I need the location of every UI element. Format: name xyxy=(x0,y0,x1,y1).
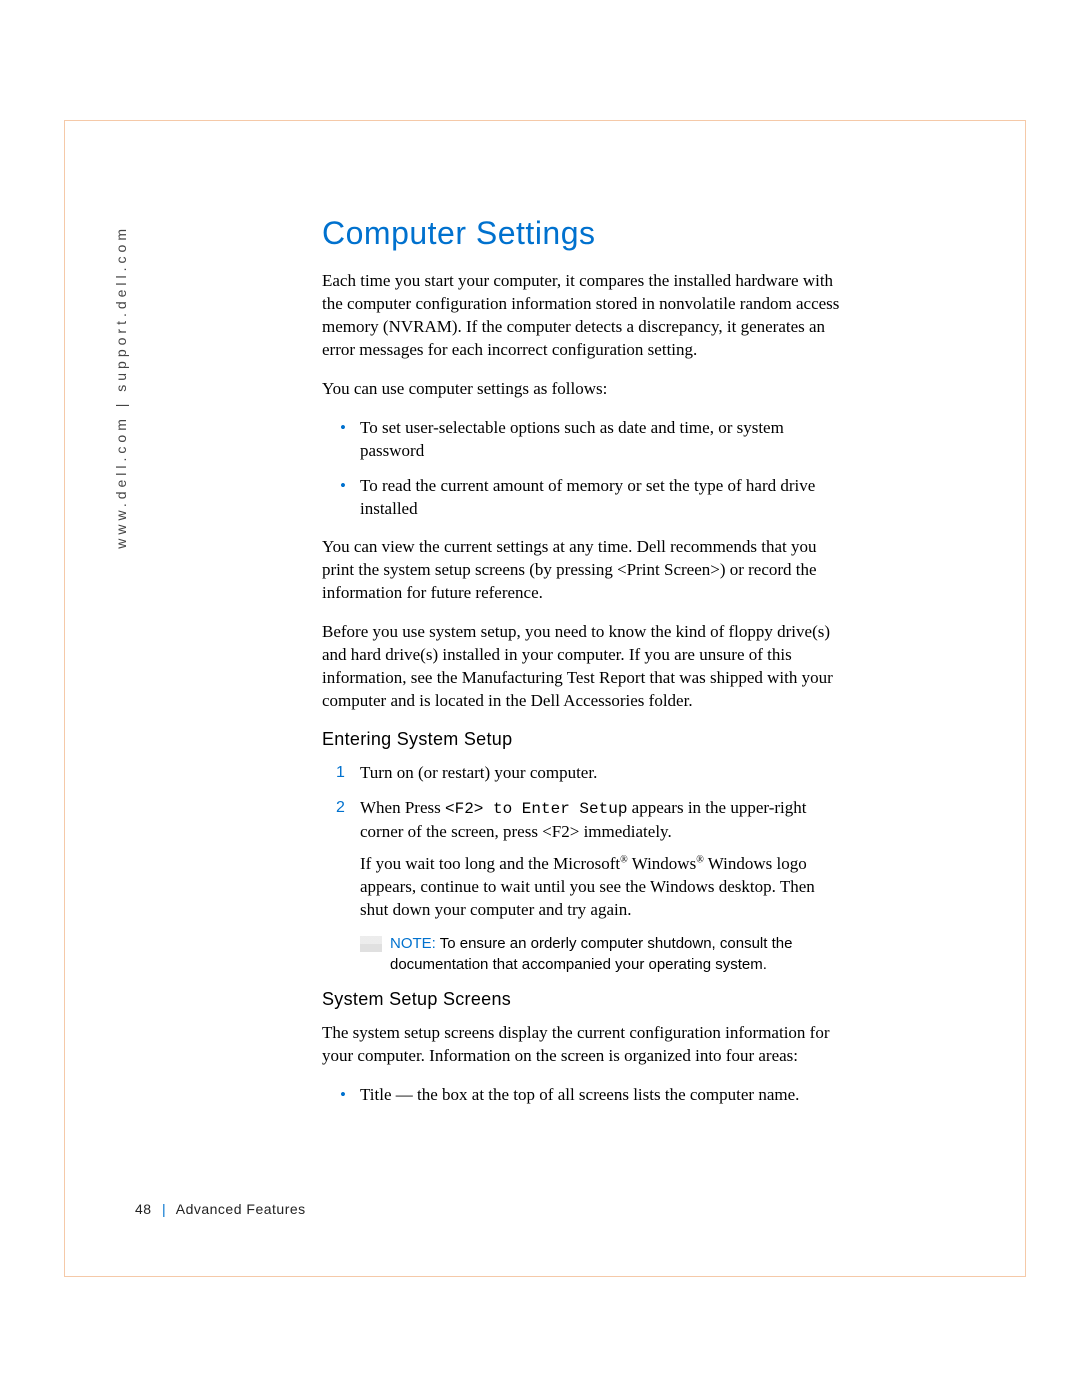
subheading-setup-screens: System Setup Screens xyxy=(322,989,847,1010)
registered-mark-icon: ® xyxy=(696,855,704,866)
main-content: Computer Settings Each time you start yo… xyxy=(322,215,847,1123)
usage-bullets: To set user-selectable options such as d… xyxy=(322,417,847,521)
setup-screens-para: The system setup screens display the cur… xyxy=(322,1022,847,1068)
step-number: 1 xyxy=(336,762,345,784)
subpara-part: If you wait too long and the Microsoft xyxy=(360,854,620,873)
intro-para-1: Each time you start your computer, it co… xyxy=(322,270,847,362)
note-text: To ensure an orderly computer shutdown, … xyxy=(390,935,792,972)
subpara-part: Windows xyxy=(628,854,696,873)
bullet-item: To set user-selectable options such as d… xyxy=(322,417,847,463)
intro-para-2: You can use computer settings as follows… xyxy=(322,378,847,401)
step-text: Turn on (or restart) your computer. xyxy=(360,763,597,782)
para-before-setup: Before you use system setup, you need to… xyxy=(322,621,847,713)
bullet-item: To read the current amount of memory or … xyxy=(322,475,847,521)
page-heading: Computer Settings xyxy=(322,215,847,252)
step-item: 1 Turn on (or restart) your computer. xyxy=(322,762,847,785)
para-view-settings: You can view the current settings at any… xyxy=(322,536,847,605)
subheading-entering-setup: Entering System Setup xyxy=(322,729,847,750)
step-text-part: When Press xyxy=(360,798,445,817)
step-text-mono: <F2> to Enter Setup xyxy=(445,800,627,818)
setup-steps: 1 Turn on (or restart) your computer. 2 … xyxy=(322,762,847,975)
setup-screens-bullets: Title — the box at the top of all screen… xyxy=(322,1084,847,1107)
step-subpara: If you wait too long and the Microsoft® … xyxy=(360,853,847,922)
step-item: 2 When Press <F2> to Enter Setup appears… xyxy=(322,797,847,975)
step-number: 2 xyxy=(336,797,345,819)
note-label: NOTE: xyxy=(390,935,440,952)
footer-section-name: Advanced Features xyxy=(176,1201,306,1217)
footer-separator-icon: | xyxy=(162,1201,166,1217)
sidebar-url: www.dell.com | support.dell.com xyxy=(113,225,129,549)
note-block: NOTE: To ensure an orderly computer shut… xyxy=(360,934,847,975)
page-footer: 48 | Advanced Features xyxy=(135,1201,306,1217)
bullet-item: Title — the box at the top of all screen… xyxy=(322,1084,847,1107)
note-icon xyxy=(360,936,382,952)
page-number: 48 xyxy=(135,1201,152,1217)
registered-mark-icon: ® xyxy=(620,855,628,866)
